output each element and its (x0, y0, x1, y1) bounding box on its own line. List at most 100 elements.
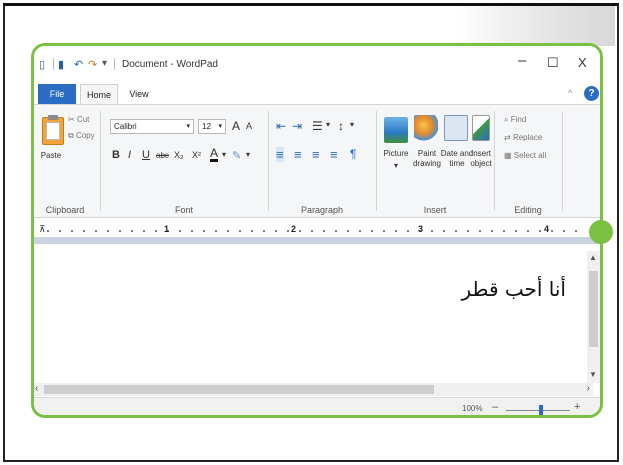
save-icon[interactable]: ▮ (58, 58, 64, 71)
zoom-slider-thumb[interactable] (539, 405, 543, 415)
help-icon[interactable]: ? (584, 86, 599, 101)
vertical-scroll-thumb[interactable] (589, 271, 598, 347)
select-all-button[interactable]: ▦ Select all (504, 151, 546, 160)
replace-button[interactable]: ⇄ Replace (504, 133, 542, 142)
font-size-value: 12 (202, 122, 211, 131)
align-left-icon[interactable]: ≡ (276, 147, 284, 162)
text-color-button[interactable]: A (210, 147, 219, 162)
list-dropdown-icon[interactable]: ▾ (326, 120, 330, 129)
font-family-value: Calibri (114, 122, 137, 131)
picture-button-label[interactable]: Picture (380, 149, 412, 159)
cut-button[interactable]: ✂ Cut (68, 115, 89, 124)
picture-icon[interactable] (384, 117, 408, 143)
select-all-label: Select all (513, 151, 547, 160)
tab-home[interactable]: Home (80, 84, 118, 105)
superscript-button[interactable]: X² (192, 150, 201, 160)
find-button[interactable]: ⌕ Find (504, 115, 526, 125)
clipboard-group: Paste ✂ Cut ⧉ Copy Clipboard (34, 105, 96, 219)
font-size-dropdown-icon: ▾ (218, 123, 222, 130)
font-group: Calibri ▾ 12 ▾ A A B I U abc X₂ X² A ▾ ✎… (104, 105, 264, 219)
replace-label: Replace (512, 133, 543, 142)
copy-button[interactable]: ⧉ Copy (68, 131, 95, 141)
decrease-indent-icon[interactable]: ⇤ (276, 119, 286, 133)
minimize-ribbon-icon[interactable]: ^ (568, 88, 572, 98)
line-spacing-dropdown-icon[interactable]: ▾ (350, 120, 354, 129)
grow-font-icon[interactable]: A (232, 119, 240, 133)
horizontal-scrollbar[interactable]: ‹ › (34, 383, 593, 396)
shrink-font-icon[interactable]: A (246, 121, 252, 131)
cut-label: Cut (76, 115, 90, 124)
underline-button[interactable]: U (142, 149, 150, 161)
clipboard-group-label: Clipboard (45, 205, 85, 215)
ruler-mark: 2 (291, 224, 297, 234)
minimize-button[interactable]: – (518, 52, 526, 69)
ruler-mark: 3 (418, 224, 424, 234)
strikethrough-button[interactable]: abc (156, 151, 169, 160)
group-divider (562, 111, 563, 211)
redo-icon[interactable]: ↷ (88, 58, 97, 71)
insert-object-button-label[interactable]: Insert object (468, 149, 494, 169)
italic-button[interactable]: I (128, 149, 131, 161)
picture-dropdown-icon[interactable]: ▾ (392, 161, 400, 171)
insert-group: Picture ▾ Paint drawing Date and time In… (380, 105, 492, 219)
find-label: Find (510, 115, 527, 124)
editing-group: ⌕ Find ⇄ Replace ▦ Select all Editing (498, 105, 558, 219)
app-menu-icon[interactable]: ▯ (39, 58, 45, 71)
ribbon: Paste ✂ Cut ⧉ Copy Clipboard Calibri ▾ 1… (34, 104, 600, 218)
font-size-select[interactable]: 12 ▾ (198, 119, 226, 134)
highlight-icon[interactable]: ✎ (232, 149, 241, 162)
paste-button-label[interactable]: Paste (38, 151, 64, 161)
date-time-icon[interactable] (444, 115, 468, 141)
line-spacing-icon[interactable]: ↕ (338, 119, 344, 133)
font-group-label: Font (174, 205, 193, 215)
ruler[interactable]: ⊼ 1 2 3 4 (34, 222, 600, 244)
paragraph-icon[interactable]: ¶ (350, 147, 356, 161)
highlight-dropdown-icon[interactable]: ▾ (246, 150, 250, 159)
ruler-mark: 4 (544, 224, 550, 234)
title-divider (114, 58, 115, 70)
justify-icon[interactable]: ≡ (330, 147, 338, 162)
horizontal-scroll-thumb[interactable] (44, 385, 434, 394)
quick-access-divider (53, 58, 54, 70)
font-family-dropdown-icon: ▾ (186, 123, 190, 130)
close-button[interactable]: X (578, 55, 587, 70)
insert-group-label: Insert (423, 205, 447, 215)
zoom-in-button[interactable]: + (574, 401, 580, 413)
group-divider (268, 111, 269, 211)
group-divider (100, 111, 101, 211)
frame-sheen (455, 6, 615, 46)
zoom-out-button[interactable]: – (492, 401, 498, 413)
paint-drawing-icon[interactable] (414, 115, 438, 141)
scroll-down-icon[interactable]: ▼ (589, 370, 597, 379)
undo-icon[interactable]: ↶ (74, 58, 83, 71)
paint-drawing-button-label[interactable]: Paint drawing (410, 149, 444, 169)
align-center-icon[interactable]: ≡ (294, 147, 302, 162)
insert-object-icon[interactable] (472, 115, 490, 141)
paste-icon[interactable] (42, 115, 64, 145)
zoom-level: 100% (462, 404, 483, 413)
tab-view[interactable]: View (124, 84, 154, 104)
subscript-button[interactable]: X₂ (174, 150, 184, 160)
zoom-slider-track[interactable] (506, 410, 570, 411)
tab-file[interactable]: File (38, 84, 76, 104)
document-area[interactable]: أنا أحب قطر (34, 251, 600, 381)
align-right-icon[interactable]: ≡ (312, 147, 320, 162)
scroll-up-icon[interactable]: ▲ (589, 253, 597, 262)
paragraph-group-label: Paragraph (300, 205, 344, 215)
group-divider (376, 111, 377, 211)
font-family-select[interactable]: Calibri ▾ (110, 119, 194, 134)
scroll-left-icon[interactable]: ‹ (35, 383, 38, 394)
highlight-dot (589, 220, 613, 244)
document-text[interactable]: أنا أحب قطر (462, 277, 567, 301)
bold-button[interactable]: B (112, 149, 120, 161)
scroll-right-icon[interactable]: › (587, 383, 590, 394)
maximize-button[interactable]: ☐ (547, 55, 559, 71)
text-color-dropdown-icon[interactable]: ▾ (222, 150, 226, 159)
list-icon[interactable]: ☰ (312, 119, 323, 133)
paragraph-group: ⇤ ⇥ ☰ ▾ ↕ ▾ ≡ ≡ ≡ ≡ ¶ Paragraph (272, 105, 372, 219)
customize-quick-access-icon[interactable]: ▾ (102, 58, 107, 69)
increase-indent-icon[interactable]: ⇥ (292, 119, 302, 133)
window-title: Document - WordPad (122, 59, 218, 70)
wordpad-window: ▯ ▮ ↶ ↷ ▾ Document - WordPad – ☐ X File … (31, 43, 603, 418)
vertical-scrollbar[interactable]: ▲ ▼ (587, 251, 600, 383)
